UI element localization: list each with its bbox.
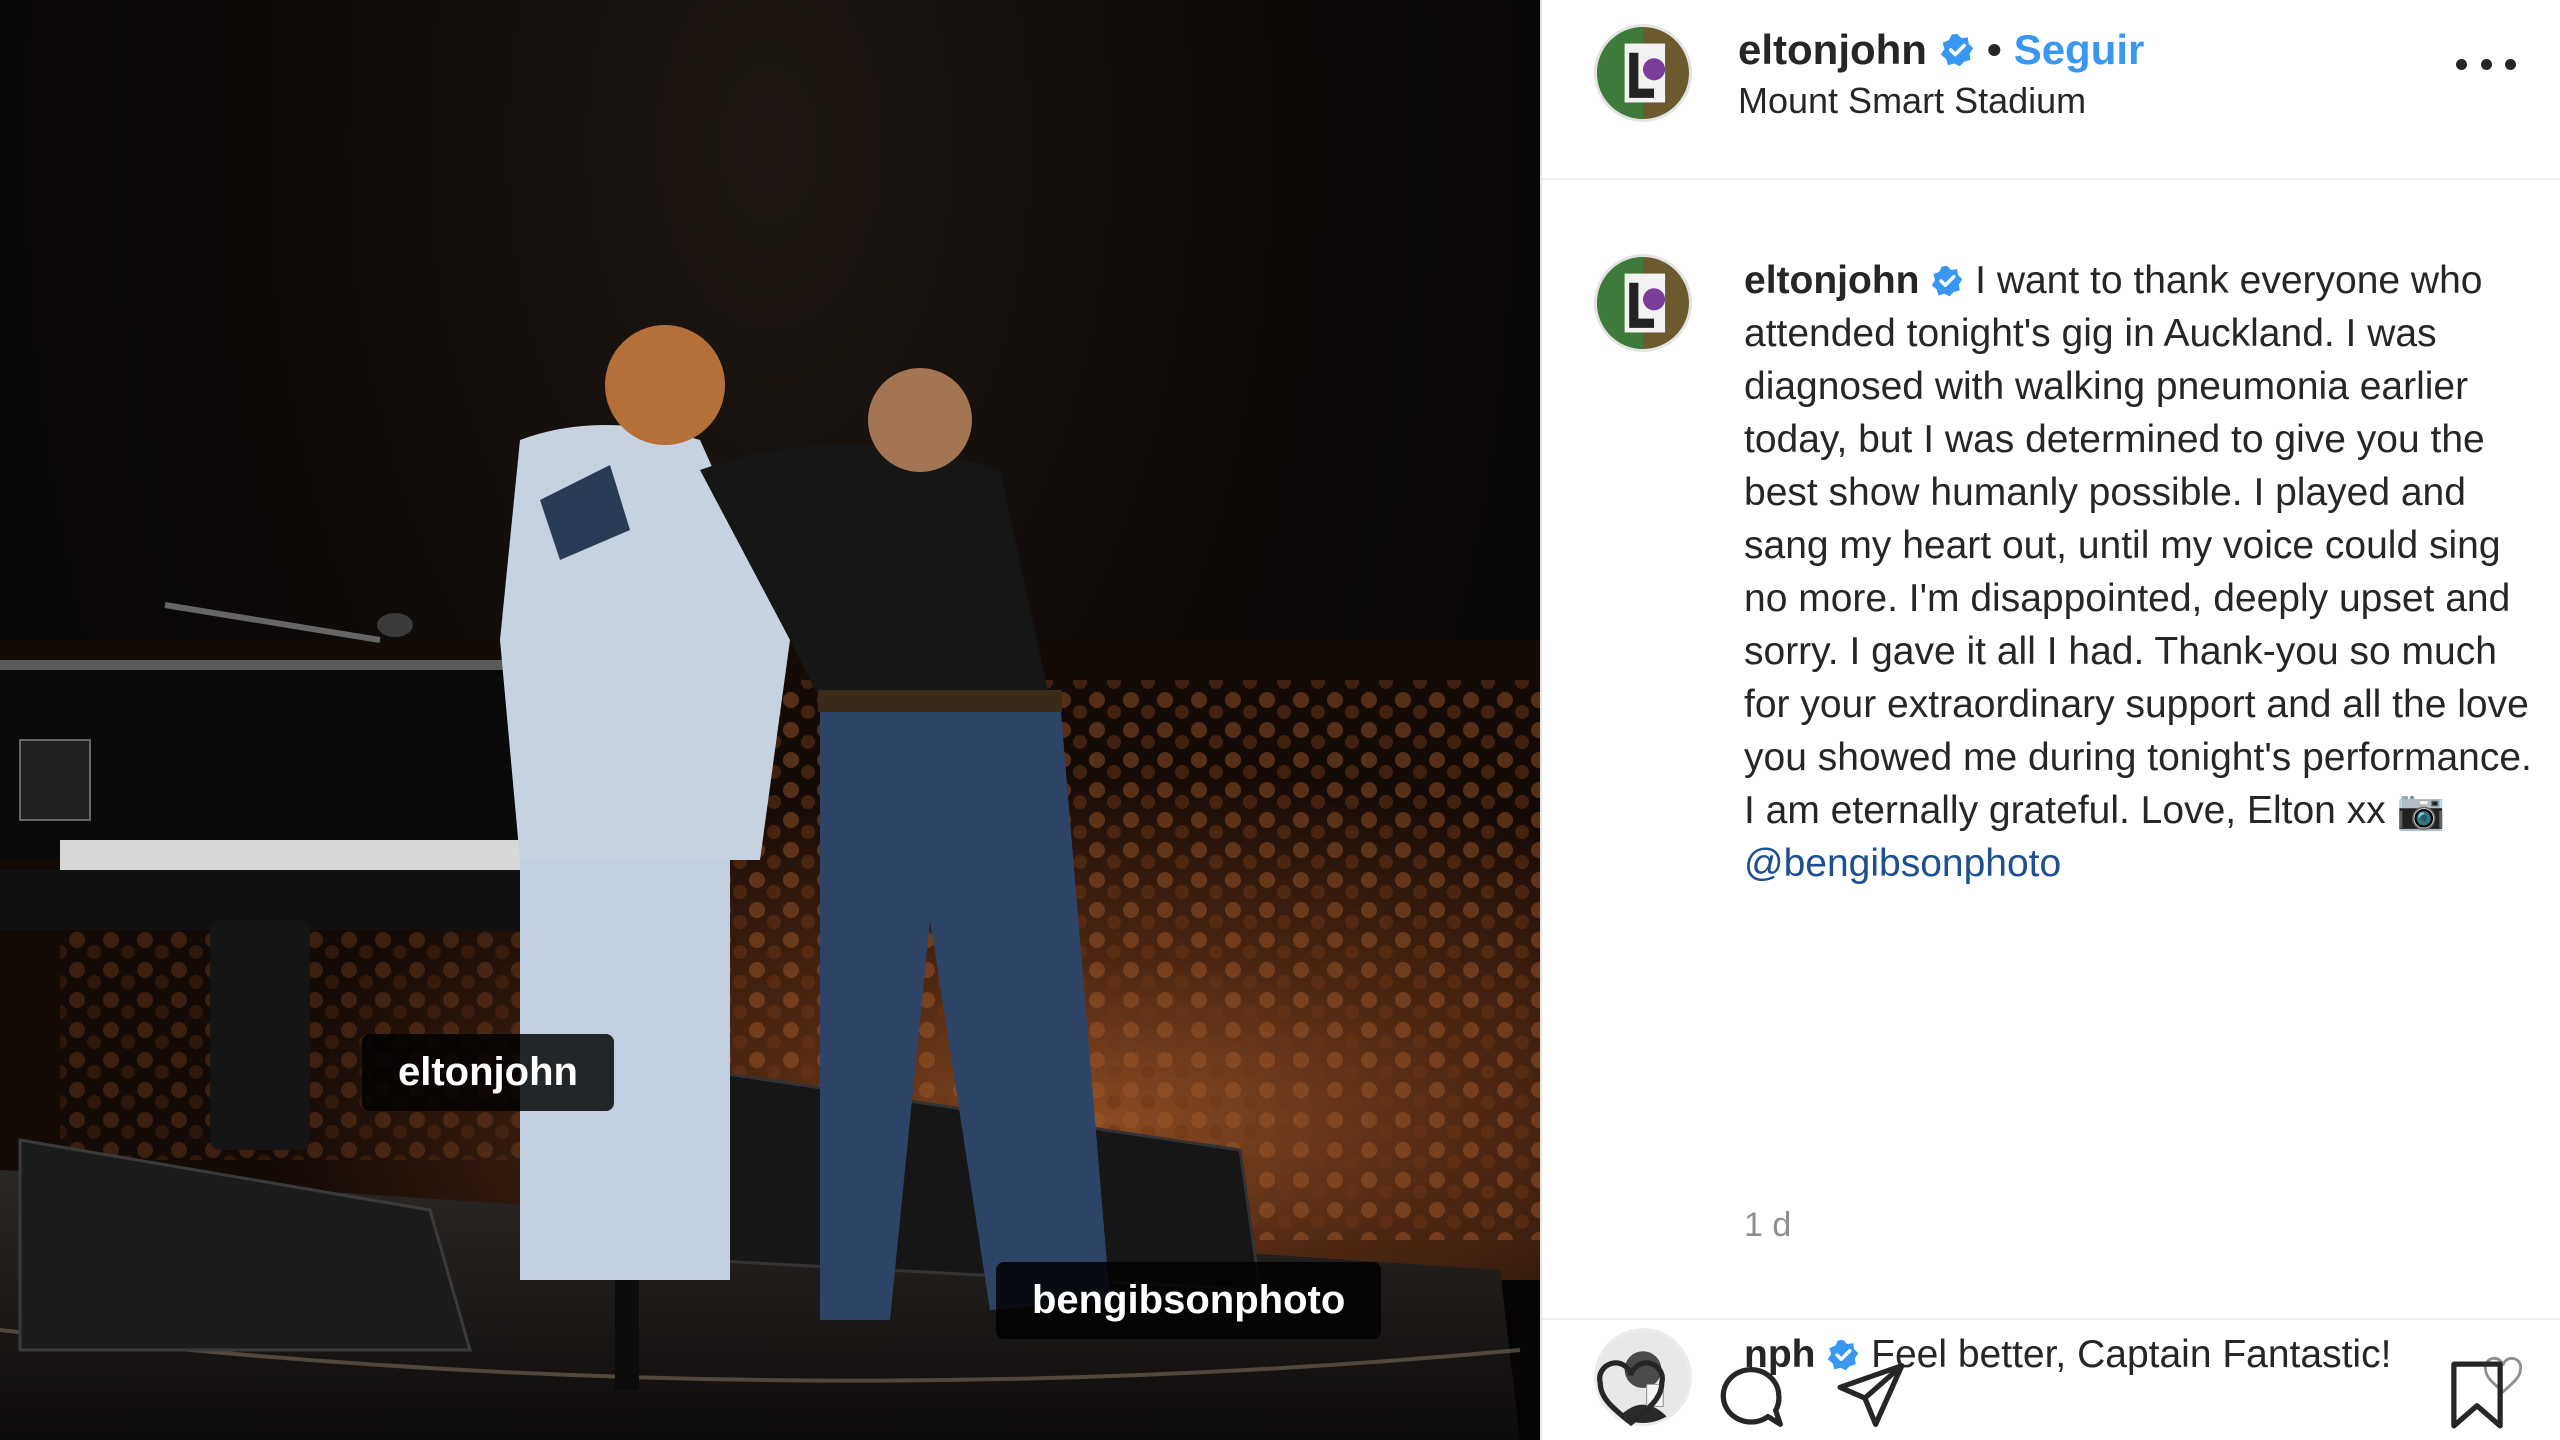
profile-avatar[interactable] (1594, 24, 1692, 122)
more-options-icon[interactable] (2456, 44, 2516, 84)
instagram-post: eltonjohn bengibsonphoto eltonjohn • Seg… (0, 0, 2560, 1440)
concert-stage-image (0, 325, 1540, 1440)
separator-dot: • (1986, 26, 2002, 73)
location-link[interactable]: Mount Smart Stadium (1738, 80, 2086, 122)
post-timestamp[interactable]: 1 d (1744, 1206, 1791, 1245)
caption-body: I want to thank everyone who attended to… (1744, 259, 2532, 832)
header-user-line: eltonjohn • Seguir (1738, 26, 2144, 74)
post-actions-bar (1542, 1318, 2560, 1440)
caption-avatar[interactable] (1594, 254, 1692, 352)
post-side-panel: eltonjohn • Seguir Mount Smart Stadium e… (1540, 0, 2560, 1440)
mention-link[interactable]: @bengibsonphoto (1744, 842, 2061, 885)
caption-text: eltonjohn I want to thank everyone who a… (1744, 254, 2534, 890)
photo-tag-eltonjohn[interactable]: eltonjohn (362, 1034, 614, 1111)
username-link[interactable]: eltonjohn (1738, 26, 1927, 74)
verified-badge-icon (1940, 33, 1974, 67)
post-photo[interactable]: eltonjohn bengibsonphoto (0, 0, 1540, 1440)
caption-username[interactable]: eltonjohn (1744, 259, 1919, 302)
comment-bubble-icon[interactable] (1714, 1358, 1788, 1432)
follow-button[interactable]: Seguir (2014, 26, 2145, 74)
verified-badge-icon (1932, 265, 1963, 297)
photo-tag-bengibsonphoto[interactable]: bengibsonphoto (996, 1262, 1382, 1339)
share-send-icon[interactable] (1834, 1358, 1908, 1432)
like-heart-icon[interactable] (1594, 1358, 1668, 1432)
save-bookmark-icon[interactable] (2440, 1358, 2514, 1432)
post-header: eltonjohn • Seguir Mount Smart Stadium (1542, 0, 2560, 180)
